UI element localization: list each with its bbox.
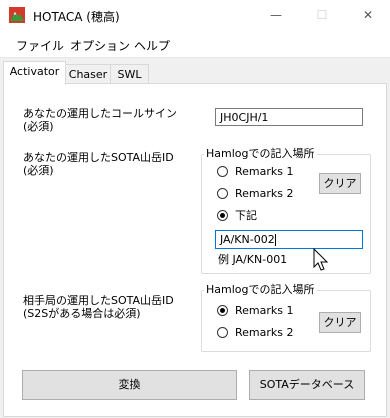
s2s-id-label: 相手局の運用したSOTA山岳ID (S2Sがある場合は必須) <box>23 294 174 320</box>
s2s-remarks2-radio[interactable] <box>217 327 228 338</box>
menu-file[interactable]: ファイル <box>16 37 64 54</box>
sota-id-label: あなたの運用したSOTA山岳ID (必須) <box>23 151 174 177</box>
s2s-remarks1-radio[interactable] <box>217 305 228 316</box>
callsign-input[interactable]: JH0CJH/1 <box>215 108 363 126</box>
text-caret <box>274 234 276 246</box>
menu-help[interactable]: ヘルプ <box>134 37 170 54</box>
s2s-hamlog-location-title: Hamlogでの記入場所 <box>204 283 317 296</box>
summit-id-example: 例 JA/KN-001 <box>218 253 288 266</box>
below-radio[interactable] <box>217 210 228 221</box>
close-button[interactable]: ✕ <box>345 0 390 31</box>
remarks1-label: Remarks 1 <box>235 165 294 178</box>
hamlog-location-title: Hamlogでの記入場所 <box>204 147 317 160</box>
remarks1-radio[interactable] <box>217 166 228 177</box>
s2s-clear-button[interactable]: クリア <box>319 312 361 333</box>
remarks2-label: Remarks 2 <box>235 187 294 200</box>
remarks2-radio[interactable] <box>217 188 228 199</box>
s2s-remarks1-label: Remarks 1 <box>235 304 294 317</box>
callsign-label: あなたの運用したコールサイン (必須) <box>23 107 177 133</box>
mouse-pointer-icon <box>313 248 329 271</box>
tab-activator[interactable]: Activator <box>3 61 66 85</box>
menu-options[interactable]: オプション <box>70 37 130 54</box>
minimize-button[interactable]: — <box>253 0 299 31</box>
title-bar: HOTACA (穂高) — ☐ ✕ <box>0 0 390 31</box>
sota-database-button[interactable]: SOTAデータベース <box>249 370 365 400</box>
hotaca-app-icon <box>9 7 25 23</box>
summit-id-value: JA/KN-002 <box>220 233 275 246</box>
maximize-button[interactable]: ☐ <box>299 0 345 31</box>
clear-button[interactable]: クリア <box>319 173 361 194</box>
tab-swl[interactable]: SWL <box>110 64 149 85</box>
s2s-remarks2-label: Remarks 2 <box>235 326 294 339</box>
below-label: 下記 <box>235 209 257 222</box>
window-title: HOTACA (穂高) <box>33 10 120 24</box>
tab-chaser[interactable]: Chaser <box>64 64 112 85</box>
menu-bar: ファイル オプション ヘルプ <box>0 31 390 58</box>
summit-id-input[interactable]: JA/KN-002 <box>215 230 363 249</box>
convert-button[interactable]: 変換 <box>22 370 237 400</box>
